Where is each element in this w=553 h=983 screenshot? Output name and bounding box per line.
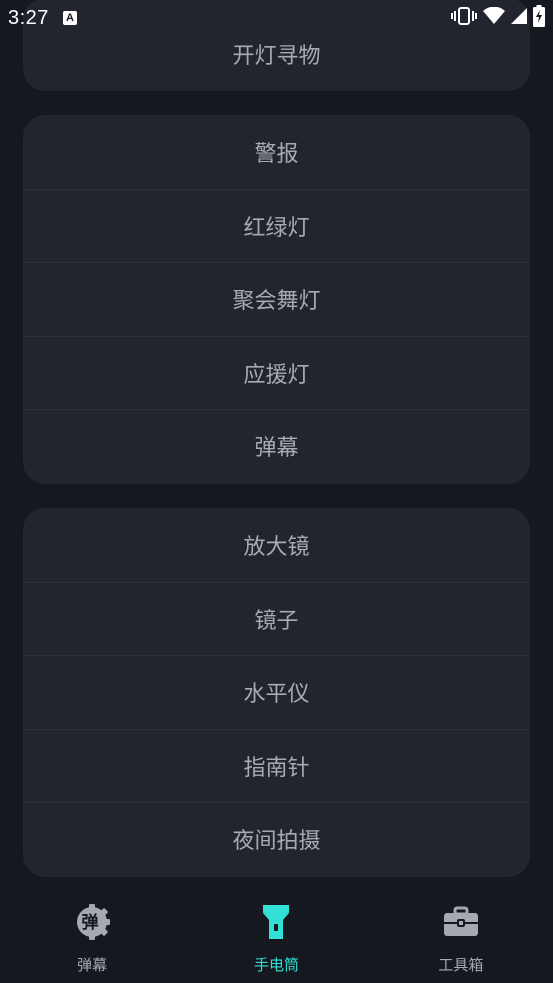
compass-item[interactable]: 指南针: [23, 728, 530, 803]
status-time: 3:27: [8, 6, 49, 29]
toolbox-icon: [431, 892, 491, 952]
feature-list[interactable]: 开灯寻物 警报 红绿灯 聚会舞灯 应援灯 弹幕 放大镜 镜子 水平仪 指南针 夜…: [0, 0, 553, 878]
tab-toolbox[interactable]: 工具箱: [369, 878, 553, 983]
night-shot-item[interactable]: 夜间拍摄: [23, 802, 530, 876]
cheer-light-item[interactable]: 应援灯: [23, 335, 530, 410]
bottom-tab-bar: 弹 弹幕 手电筒 工具箱: [0, 878, 553, 983]
signal-icon: [511, 7, 527, 29]
vibrate-icon: [451, 6, 477, 30]
wifi-icon: [483, 6, 505, 29]
battery-charging-icon: [533, 5, 545, 31]
barrage-gear-icon: 弹: [62, 892, 122, 952]
barrage-icon-text: 弹: [82, 912, 99, 933]
traffic-light-item[interactable]: 红绿灯: [23, 188, 530, 263]
tab-flashlight[interactable]: 手电筒: [184, 878, 368, 983]
level-item[interactable]: 水平仪: [23, 655, 530, 729]
mirror-item[interactable]: 镜子: [23, 581, 530, 656]
tab-flashlight-label: 手电筒: [253, 956, 299, 974]
barrage-item[interactable]: 弹幕: [23, 409, 530, 483]
text-notification-icon: A: [62, 11, 77, 25]
text-notification-letter: A: [65, 12, 74, 24]
flashlight-icon: [246, 892, 306, 952]
alarm-item[interactable]: 警报: [23, 115, 530, 189]
tab-barrage-label: 弹幕: [77, 956, 108, 974]
group-2: 警报 红绿灯 聚会舞灯 应援灯 弹幕: [23, 115, 530, 484]
party-light-item[interactable]: 聚会舞灯: [23, 262, 530, 336]
magnifier-item[interactable]: 放大镜: [23, 508, 530, 582]
tab-barrage[interactable]: 弹 弹幕: [0, 878, 184, 983]
status-bar: 3:27 A: [0, 0, 553, 36]
tab-toolbox-label: 工具箱: [438, 956, 484, 974]
group-3: 放大镜 镜子 水平仪 指南针 夜间拍摄: [23, 508, 530, 877]
